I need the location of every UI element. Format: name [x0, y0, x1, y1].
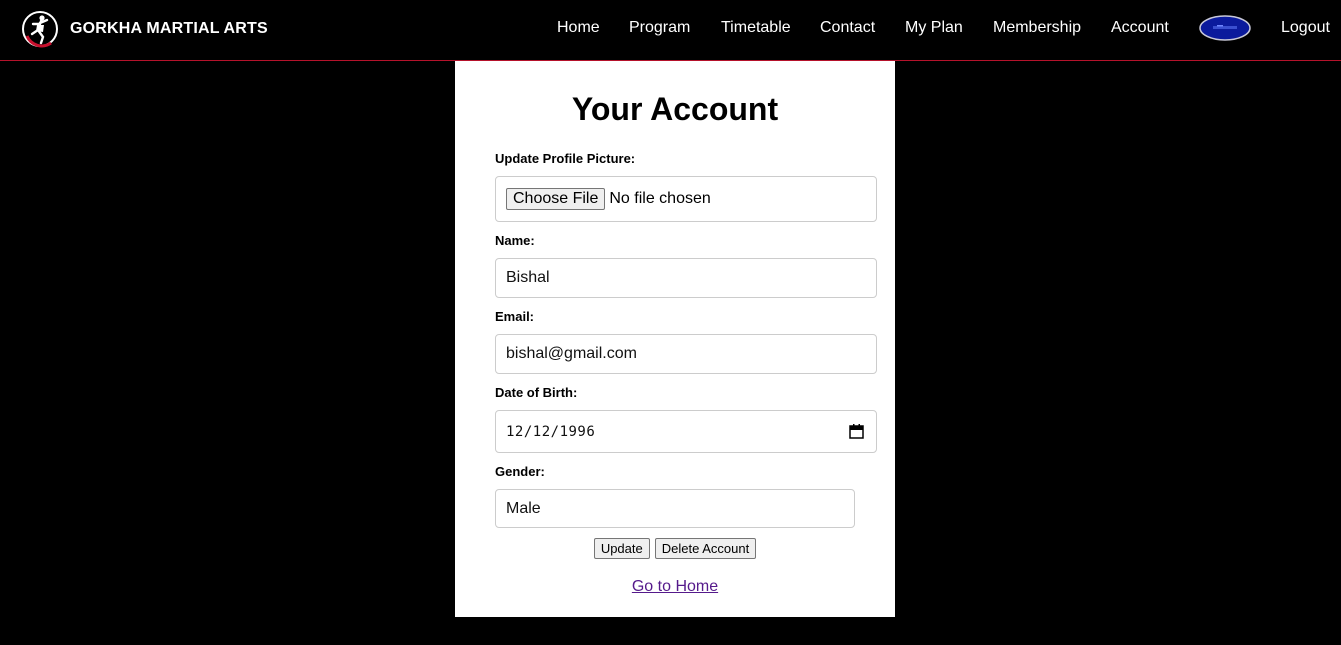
nav-logout[interactable]: Logout — [1281, 19, 1330, 37]
page-title: Your Account — [571, 91, 779, 127]
dob-value: 12/12/1996 — [506, 423, 596, 440]
dob-input[interactable]: 12/12/1996 — [495, 410, 877, 453]
calendar-icon[interactable] — [849, 424, 864, 439]
profile-avatar-icon[interactable] — [1199, 15, 1251, 41]
name-label: Name: — [495, 233, 535, 248]
dob-label: Date of Birth: — [495, 385, 578, 400]
name-value: Bishal — [506, 269, 550, 286]
brand-name: GORKHA MARTIAL ARTS — [70, 20, 268, 37]
karate-kick-icon — [22, 11, 58, 48]
nav-contact[interactable]: Contact — [820, 19, 875, 37]
update-button[interactable]: Update — [593, 538, 650, 559]
email-input[interactable]: bishal@gmail.com — [495, 334, 877, 374]
file-status: No file chosen — [609, 190, 711, 207]
email-label: Email: — [495, 309, 535, 324]
nav-timetable[interactable]: Timetable — [721, 19, 791, 37]
account-card: Your Account Update Profile Picture: Cho… — [455, 61, 895, 617]
gender-label: Gender: — [495, 464, 545, 479]
delete-account-button[interactable]: Delete Account — [654, 538, 757, 559]
nav-my-plan[interactable]: My Plan — [905, 19, 963, 37]
navbar: GORKHA MARTIAL ARTS Home Program Timetab… — [0, 0, 1341, 61]
nav-membership[interactable]: Membership — [993, 19, 1081, 37]
nav-account[interactable]: Account — [1111, 19, 1169, 37]
action-buttons: Update Delete Account — [455, 538, 895, 559]
profile-picture-field: Choose File No file chosen — [495, 176, 877, 222]
gender-value: Male — [506, 499, 541, 517]
profile-picture-label: Update Profile Picture: — [495, 151, 636, 166]
go-to-home-link[interactable]: Go to Home — [455, 578, 895, 596]
brand[interactable]: GORKHA MARTIAL ARTS — [21, 10, 268, 48]
name-input[interactable]: Bishal — [495, 258, 877, 298]
nav-program[interactable]: Program — [629, 19, 690, 37]
choose-file-button[interactable]: Choose File — [506, 188, 606, 210]
nav-home[interactable]: Home — [557, 19, 600, 37]
gender-input[interactable]: Male — [495, 489, 855, 528]
email-value: bishal@gmail.com — [506, 345, 637, 362]
